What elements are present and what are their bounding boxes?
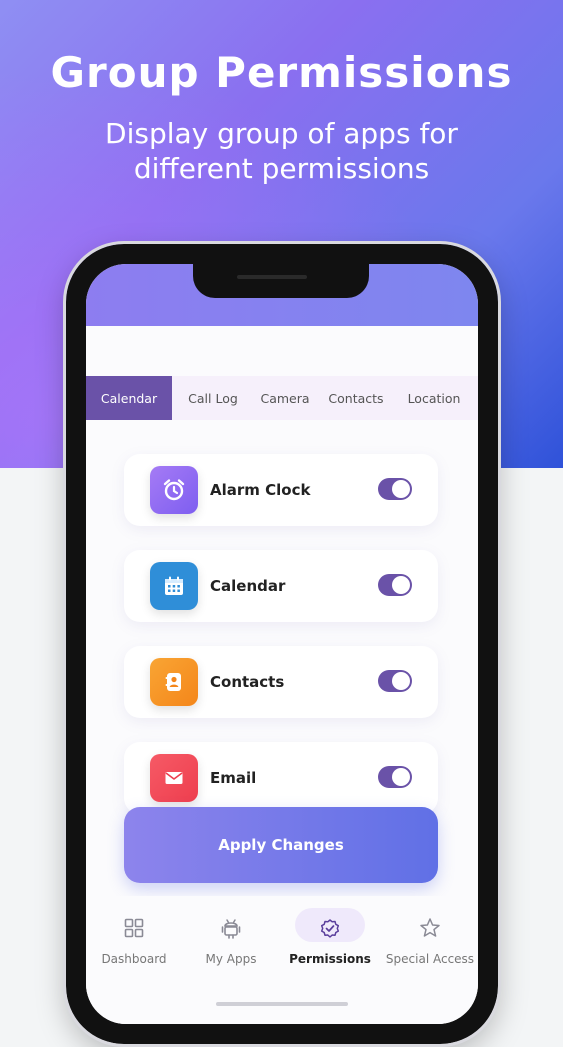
nav-label: Dashboard bbox=[101, 952, 167, 966]
tab-call-log[interactable]: Call Log bbox=[172, 376, 254, 420]
email-icon bbox=[150, 754, 198, 802]
android-icon bbox=[221, 919, 241, 939]
app-card-email: Email bbox=[124, 742, 438, 814]
permission-tabs: Calendar Call Log Camera Contacts Locati… bbox=[86, 376, 478, 420]
speaker-grille bbox=[237, 275, 307, 279]
hero-subtitle-line2: different permissions bbox=[133, 152, 430, 185]
app-label: Contacts bbox=[210, 673, 285, 691]
phone-notch bbox=[193, 264, 369, 298]
hero-title: Group Permissions bbox=[50, 48, 513, 97]
app-label: Email bbox=[210, 769, 257, 787]
calendar-toggle[interactable] bbox=[378, 574, 412, 596]
bottom-navigation: Dashboard My Apps Permissions Special Ac… bbox=[86, 896, 478, 1024]
tab-calendar[interactable]: Calendar bbox=[86, 376, 172, 420]
toggle-knob bbox=[392, 576, 410, 594]
hero-subtitle-line1: Display group of apps for bbox=[105, 117, 458, 150]
toggle-knob bbox=[392, 672, 410, 690]
tab-location[interactable]: Location bbox=[396, 376, 472, 420]
tab-contacts[interactable]: Contacts bbox=[316, 376, 396, 420]
app-card-alarm-clock: Alarm Clock bbox=[124, 454, 438, 526]
app-label: Alarm Clock bbox=[210, 481, 311, 499]
shield-check-icon bbox=[320, 919, 340, 938]
contacts-icon bbox=[150, 658, 198, 706]
contacts-toggle[interactable] bbox=[378, 670, 412, 692]
alarm-clock-icon bbox=[150, 466, 198, 514]
dashboard-icon bbox=[124, 918, 144, 938]
calendar-icon bbox=[150, 562, 198, 610]
nav-item-my-apps[interactable]: My Apps bbox=[183, 906, 279, 972]
star-icon bbox=[420, 918, 440, 937]
nav-label: My Apps bbox=[205, 952, 257, 966]
email-toggle[interactable] bbox=[378, 766, 412, 788]
nav-label: Special Access bbox=[385, 952, 475, 966]
app-card-calendar: Calendar bbox=[124, 550, 438, 622]
home-indicator bbox=[216, 1002, 348, 1006]
nav-label: Permissions bbox=[289, 952, 371, 966]
app-card-contacts: Contacts bbox=[124, 646, 438, 718]
phone-screen: Calendar Call Log Camera Contacts Locati… bbox=[86, 264, 478, 1024]
toggle-knob bbox=[392, 480, 410, 498]
tab-camera[interactable]: Camera bbox=[254, 376, 316, 420]
app-label: Calendar bbox=[210, 577, 286, 595]
toggle-knob bbox=[392, 768, 410, 786]
nav-item-special-access[interactable]: Special Access bbox=[382, 906, 478, 972]
hero-subtitle: Display group of apps for different perm… bbox=[60, 116, 503, 186]
alarm-clock-toggle[interactable] bbox=[378, 478, 412, 500]
phone-frame: Calendar Call Log Camera Contacts Locati… bbox=[63, 241, 501, 1047]
apply-changes-button[interactable]: Apply Changes bbox=[124, 807, 438, 883]
nav-item-permissions[interactable]: Permissions bbox=[282, 906, 378, 972]
nav-item-dashboard[interactable]: Dashboard bbox=[86, 906, 182, 972]
